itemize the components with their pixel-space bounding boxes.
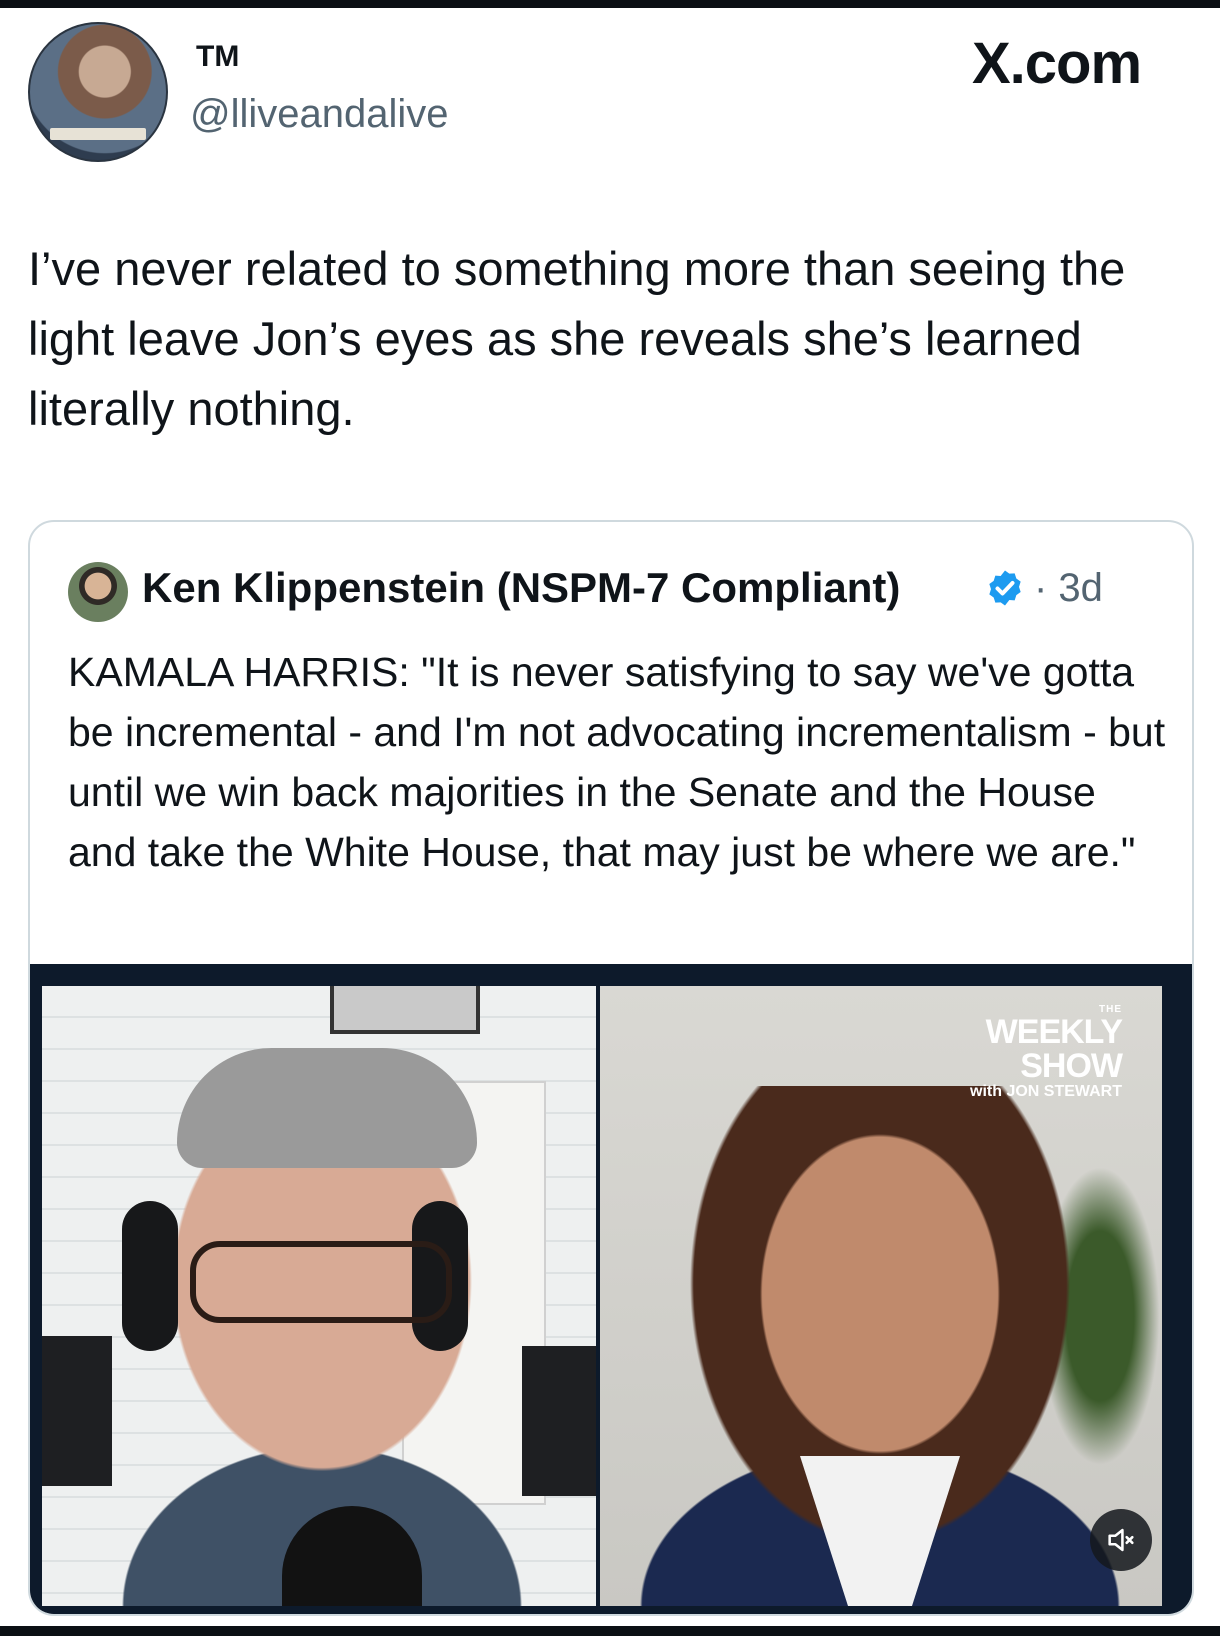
- author-display-name[interactable]: TM: [196, 40, 239, 74]
- quoted-timestamp[interactable]: · 3d: [1034, 566, 1103, 611]
- tweet-text: I’ve never related to something more tha…: [28, 242, 1126, 435]
- headphone-left: [122, 1201, 178, 1351]
- author-avatar[interactable]: [28, 22, 168, 162]
- wall-picture-frame: [330, 986, 480, 1034]
- author-handle[interactable]: @lliveandalive: [190, 92, 449, 137]
- mute-button[interactable]: [1090, 1509, 1152, 1571]
- dresser-right: [522, 1346, 596, 1496]
- verified-badge-icon: [989, 570, 1021, 606]
- quoted-tweet-text: KAMALA HARRIS: "It is never satisfying t…: [68, 649, 1166, 875]
- avatar-banner: [50, 128, 146, 140]
- quoted-tweet-card[interactable]: Ken Klippenstein (NSPM-7 Compliant) · 3d…: [28, 520, 1194, 1616]
- show-logo-main: WEEKLY SHOW: [985, 1013, 1123, 1085]
- volume-muted-icon: [1108, 1528, 1134, 1552]
- show-logo: THE WEEKLY SHOW with JON STEWART: [922, 1004, 1123, 1101]
- quoted-author-name[interactable]: Ken Klippenstein (NSPM-7 Compliant): [142, 564, 900, 612]
- bottom-bar: [0, 1626, 1220, 1636]
- dresser-left: [42, 1336, 112, 1486]
- show-logo-sub: with JON STEWART: [970, 1083, 1122, 1100]
- video-panel-kamala-harris: THE WEEKLY SHOW with JON STEWART: [600, 986, 1162, 1606]
- jon-hair: [177, 1048, 477, 1168]
- video-panel-jon-stewart: [42, 986, 596, 1606]
- top-bar: [0, 0, 1220, 8]
- site-label: X.com: [972, 31, 1142, 96]
- video-player[interactable]: THE WEEKLY SHOW with JON STEWART: [30, 964, 1192, 1614]
- glasses: [190, 1241, 452, 1323]
- quoted-author-avatar[interactable]: [68, 562, 128, 622]
